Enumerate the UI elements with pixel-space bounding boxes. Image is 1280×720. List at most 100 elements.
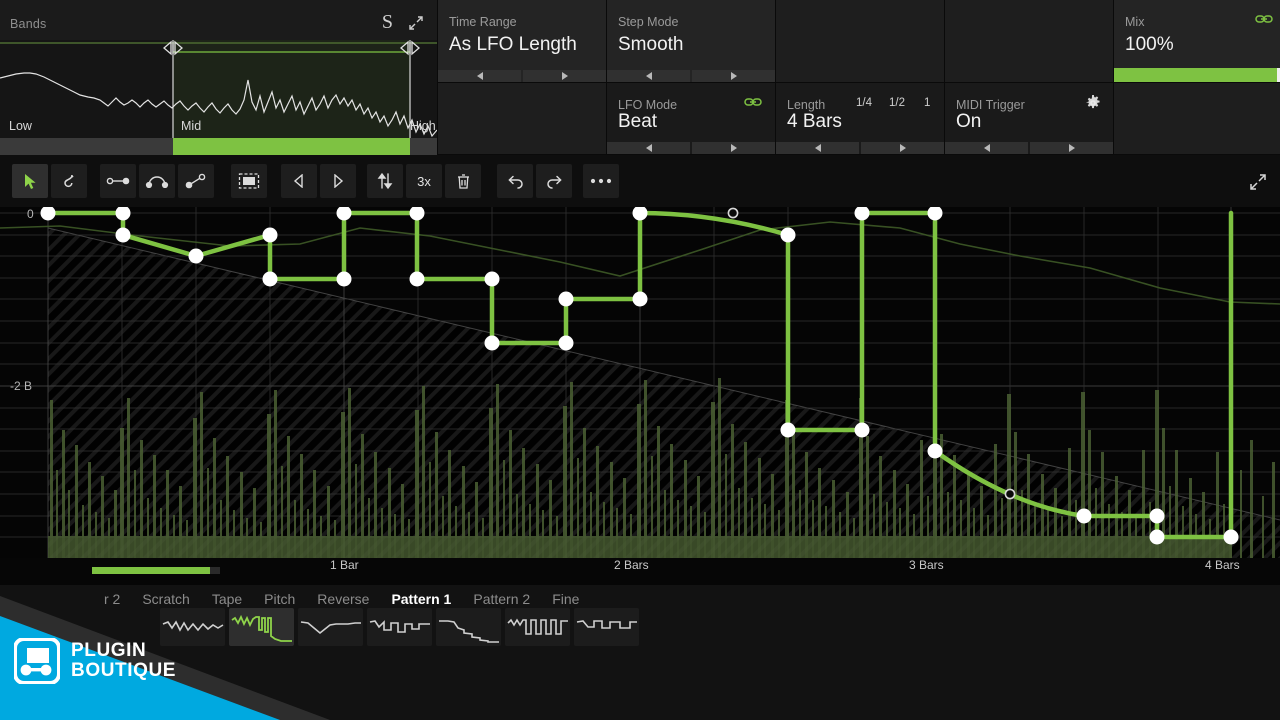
stepper-decrement[interactable] (607, 70, 690, 82)
band-split-handle-mid-high[interactable] (397, 40, 423, 56)
redo-button[interactable] (536, 164, 572, 198)
preset-slot-2[interactable] (229, 608, 294, 646)
param-time-range[interactable]: Time Range As LFO Length (438, 0, 606, 83)
link-icon[interactable] (744, 95, 762, 107)
preset-slot-row[interactable] (160, 608, 639, 646)
band-label-mid: Mid (181, 119, 202, 133)
tab-pattern-2[interactable]: Pattern 2 (473, 591, 530, 607)
stepper-decrement[interactable] (945, 142, 1028, 154)
param-slot-empty-d (1114, 83, 1280, 155)
nudge-left-button[interactable] (281, 164, 317, 198)
triangle-right-icon (899, 144, 906, 152)
stepper-decrement[interactable] (438, 70, 521, 82)
select-region-tool[interactable] (231, 164, 267, 198)
flip-vertical-button[interactable] (367, 164, 403, 198)
stepper-decrement[interactable] (607, 142, 690, 154)
param-stepper[interactable] (607, 142, 775, 154)
module-tabs[interactable]: r 2 Scratch Tape Pitch Reverse Pattern 1… (104, 591, 579, 607)
mix-slider-fill[interactable] (1114, 68, 1277, 82)
length-fraction-half[interactable]: 1/2 (889, 97, 905, 109)
solo-button[interactable]: S (382, 11, 393, 34)
param-label: Length (787, 98, 826, 112)
spectrum-curve (0, 40, 437, 155)
param-stepper[interactable] (438, 70, 606, 82)
tab-pattern-1[interactable]: Pattern 1 (391, 591, 451, 607)
length-fraction-one[interactable]: 1 (924, 97, 930, 109)
bottom-bar: r 2 Scratch Tape Pitch Reverse Pattern 1… (0, 585, 1280, 720)
tab-reverse[interactable]: Reverse (317, 591, 369, 607)
x-axis-label-4bars: 4 Bars (1205, 558, 1240, 572)
tab-pitch[interactable]: Pitch (264, 591, 295, 607)
playhead-progress-fill (92, 567, 210, 574)
undo-button[interactable] (497, 164, 533, 198)
param-mix[interactable]: Mix 100% (1114, 0, 1280, 83)
tab-tape[interactable]: Tape (212, 591, 242, 607)
tab-scratch[interactable]: Scratch (142, 591, 189, 607)
gear-icon[interactable] (1085, 95, 1101, 111)
y-axis-label-minus2: -2 B (10, 379, 33, 393)
stepper-increment[interactable] (861, 142, 944, 154)
param-label: Step Mode (618, 15, 679, 29)
param-stepper[interactable] (945, 142, 1113, 154)
envelope-graph[interactable] (0, 207, 1280, 585)
line-segment-tool[interactable] (100, 164, 136, 198)
length-fraction-quarter[interactable]: 1/4 (856, 97, 872, 109)
stepper-increment[interactable] (692, 70, 775, 82)
triangle-right-icon (1068, 144, 1075, 152)
more-options-button[interactable] (583, 164, 619, 198)
tab-filter-2[interactable]: r 2 (104, 591, 120, 607)
band-label-low: Low (9, 119, 32, 133)
param-label: LFO Mode (618, 98, 678, 112)
triangle-right-icon (730, 72, 737, 80)
stepper-increment[interactable] (1030, 142, 1113, 154)
bands-title: Bands (10, 17, 47, 31)
nudge-right-button[interactable] (320, 164, 356, 198)
plugin-window: Bands S Low Mid High Time Range As LFO L… (0, 0, 1280, 720)
param-stepper[interactable] (607, 70, 775, 82)
pen-draw-tool[interactable] (51, 164, 87, 198)
stepper-decrement[interactable] (776, 142, 859, 154)
envelope-editor[interactable]: 0 -2 B (0, 207, 1280, 585)
bands-panel[interactable]: Bands S Low Mid High (0, 0, 437, 155)
param-step-mode[interactable]: Step Mode Smooth (607, 0, 775, 83)
param-value: Smooth (618, 34, 684, 55)
param-value: 100% (1125, 34, 1174, 55)
param-value: As LFO Length (449, 34, 577, 55)
param-label: Time Range (449, 15, 517, 29)
preset-slot-6[interactable] (505, 608, 570, 646)
preset-slot-4[interactable] (367, 608, 432, 646)
param-stepper[interactable] (776, 142, 944, 154)
param-midi-trigger[interactable]: MIDI Trigger On (945, 83, 1113, 155)
arc-curve-tool[interactable] (139, 164, 175, 198)
preset-slot-3[interactable] (298, 608, 363, 646)
x-axis-label-1bar: 1 Bar (330, 558, 359, 572)
y-axis-label-0: 0 (27, 207, 34, 221)
stepper-increment[interactable] (523, 70, 606, 82)
param-lfo-mode[interactable]: LFO Mode Beat (607, 83, 775, 155)
band-split-handle-low-mid[interactable] (160, 40, 186, 56)
zoom-multiplier-button[interactable]: 3x (406, 164, 442, 198)
preset-slot-1[interactable] (160, 608, 225, 646)
delete-button[interactable] (445, 164, 481, 198)
preset-slot-5[interactable] (436, 608, 501, 646)
preset-slot-7[interactable] (574, 608, 639, 646)
x-axis-label-2bars: 2 Bars (614, 558, 649, 572)
stepper-increment[interactable] (692, 142, 775, 154)
triangle-left-icon (814, 144, 821, 152)
ramp-tool[interactable] (178, 164, 214, 198)
param-length[interactable]: Length 4 Bars 1/4 1/2 1 (776, 83, 944, 155)
param-slot-empty-b (776, 0, 944, 83)
triangle-right-icon (730, 144, 737, 152)
tab-fine[interactable]: Fine (552, 591, 579, 607)
band-spectrum-display[interactable]: Low Mid High (0, 40, 437, 155)
param-slot-empty-c (945, 0, 1113, 83)
link-icon[interactable] (1255, 12, 1273, 24)
expand-icon[interactable] (1248, 172, 1268, 192)
editor-toolbar: 3x (0, 155, 1280, 207)
select-arrow-tool[interactable] (12, 164, 48, 198)
x-axis-label-3bars: 3 Bars (909, 558, 944, 572)
param-value: 4 Bars (787, 111, 842, 132)
expand-icon[interactable] (407, 14, 425, 32)
parameter-grid: Time Range As LFO Length Step Mode Smoot… (437, 0, 1280, 155)
triangle-left-icon (645, 72, 652, 80)
